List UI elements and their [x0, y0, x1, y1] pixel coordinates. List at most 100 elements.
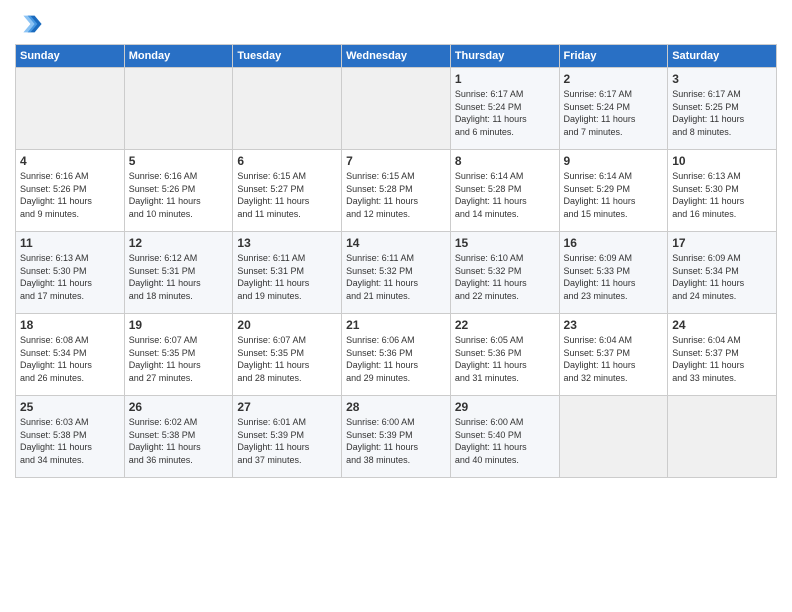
calendar-cell: 11 Sunrise: 6:13 AM Sunset: 5:30 PM Dayli… [16, 232, 125, 314]
day-info: Sunrise: 6:08 AM Sunset: 5:34 PM Dayligh… [20, 334, 120, 384]
calendar-cell: 8 Sunrise: 6:14 AM Sunset: 5:28 PM Daylig… [450, 150, 559, 232]
day-info: Sunrise: 6:14 AM Sunset: 5:28 PM Dayligh… [455, 170, 555, 220]
calendar-cell: 6 Sunrise: 6:15 AM Sunset: 5:27 PM Daylig… [233, 150, 342, 232]
day-info: Sunrise: 6:07 AM Sunset: 5:35 PM Dayligh… [237, 334, 337, 384]
day-info: Sunrise: 6:16 AM Sunset: 5:26 PM Dayligh… [129, 170, 229, 220]
day-info: Sunrise: 6:09 AM Sunset: 5:34 PM Dayligh… [672, 252, 772, 302]
day-info: Sunrise: 6:01 AM Sunset: 5:39 PM Dayligh… [237, 416, 337, 466]
day-info: Sunrise: 6:17 AM Sunset: 5:24 PM Dayligh… [455, 88, 555, 138]
weekday-header-monday: Monday [124, 45, 233, 68]
day-number: 6 [237, 154, 337, 168]
calendar-cell: 25 Sunrise: 6:03 AM Sunset: 5:38 PM Dayli… [16, 396, 125, 478]
weekday-header-saturday: Saturday [668, 45, 777, 68]
weekday-header-thursday: Thursday [450, 45, 559, 68]
day-info: Sunrise: 6:03 AM Sunset: 5:38 PM Dayligh… [20, 416, 120, 466]
weekday-header-sunday: Sunday [16, 45, 125, 68]
day-number: 8 [455, 154, 555, 168]
day-info: Sunrise: 6:17 AM Sunset: 5:25 PM Dayligh… [672, 88, 772, 138]
day-info: Sunrise: 6:15 AM Sunset: 5:27 PM Dayligh… [237, 170, 337, 220]
day-info: Sunrise: 6:16 AM Sunset: 5:26 PM Dayligh… [20, 170, 120, 220]
calendar-cell: 26 Sunrise: 6:02 AM Sunset: 5:38 PM Dayli… [124, 396, 233, 478]
calendar-cell: 2 Sunrise: 6:17 AM Sunset: 5:24 PM Daylig… [559, 68, 668, 150]
day-number: 16 [564, 236, 664, 250]
day-info: Sunrise: 6:07 AM Sunset: 5:35 PM Dayligh… [129, 334, 229, 384]
calendar-week-2: 4 Sunrise: 6:16 AM Sunset: 5:26 PM Daylig… [16, 150, 777, 232]
calendar-table: SundayMondayTuesdayWednesdayThursdayFrid… [15, 44, 777, 478]
calendar-cell [16, 68, 125, 150]
day-info: Sunrise: 6:14 AM Sunset: 5:29 PM Dayligh… [564, 170, 664, 220]
calendar-cell: 28 Sunrise: 6:00 AM Sunset: 5:39 PM Dayli… [342, 396, 451, 478]
calendar-cell: 17Sunrise: 6:09 AM Sunset: 5:34 PM Dayli… [668, 232, 777, 314]
calendar-cell: 15Sunrise: 6:10 AM Sunset: 5:32 PM Dayli… [450, 232, 559, 314]
day-number: 18 [20, 318, 120, 332]
day-info: Sunrise: 6:06 AM Sunset: 5:36 PM Dayligh… [346, 334, 446, 384]
calendar-header-row: SundayMondayTuesdayWednesdayThursdayFrid… [16, 45, 777, 68]
calendar-cell [342, 68, 451, 150]
calendar-cell: 3 Sunrise: 6:17 AM Sunset: 5:25 PM Daylig… [668, 68, 777, 150]
calendar-cell: 14 Sunrise: 6:11 AM Sunset: 5:32 PM Dayli… [342, 232, 451, 314]
calendar-cell: 18 Sunrise: 6:08 AM Sunset: 5:34 PM Dayli… [16, 314, 125, 396]
day-number: 13 [237, 236, 337, 250]
day-number: 26 [129, 400, 229, 414]
weekday-header-wednesday: Wednesday [342, 45, 451, 68]
day-number: 24 [672, 318, 772, 332]
day-number: 3 [672, 72, 772, 86]
day-number: 11 [20, 236, 120, 250]
calendar-week-5: 25 Sunrise: 6:03 AM Sunset: 5:38 PM Dayli… [16, 396, 777, 478]
calendar-cell [124, 68, 233, 150]
day-number: 5 [129, 154, 229, 168]
calendar-week-1: 1 Sunrise: 6:17 AM Sunset: 5:24 PM Daylig… [16, 68, 777, 150]
calendar-cell: 19 Sunrise: 6:07 AM Sunset: 5:35 PM Dayli… [124, 314, 233, 396]
day-info: Sunrise: 6:15 AM Sunset: 5:28 PM Dayligh… [346, 170, 446, 220]
weekday-header-friday: Friday [559, 45, 668, 68]
day-number: 29 [455, 400, 555, 414]
calendar-cell [668, 396, 777, 478]
calendar-cell: 4 Sunrise: 6:16 AM Sunset: 5:26 PM Daylig… [16, 150, 125, 232]
day-info: Sunrise: 6:11 AM Sunset: 5:31 PM Dayligh… [237, 252, 337, 302]
calendar-cell [233, 68, 342, 150]
day-number: 25 [20, 400, 120, 414]
calendar-cell: 23Sunrise: 6:04 AM Sunset: 5:37 PM Dayli… [559, 314, 668, 396]
calendar-cell: 22 Sunrise: 6:05 AM Sunset: 5:36 PM Dayli… [450, 314, 559, 396]
day-info: Sunrise: 6:17 AM Sunset: 5:24 PM Dayligh… [564, 88, 664, 138]
header [15, 10, 777, 38]
day-info: Sunrise: 6:12 AM Sunset: 5:31 PM Dayligh… [129, 252, 229, 302]
day-number: 1 [455, 72, 555, 86]
day-info: Sunrise: 6:00 AM Sunset: 5:40 PM Dayligh… [455, 416, 555, 466]
day-number: 28 [346, 400, 446, 414]
day-number: 9 [564, 154, 664, 168]
day-number: 2 [564, 72, 664, 86]
page-container: SundayMondayTuesdayWednesdayThursdayFrid… [0, 0, 792, 483]
calendar-cell: 12 Sunrise: 6:12 AM Sunset: 5:31 PM Dayli… [124, 232, 233, 314]
calendar-body: 1 Sunrise: 6:17 AM Sunset: 5:24 PM Daylig… [16, 68, 777, 478]
calendar-cell: 29 Sunrise: 6:00 AM Sunset: 5:40 PM Dayli… [450, 396, 559, 478]
day-number: 4 [20, 154, 120, 168]
day-number: 19 [129, 318, 229, 332]
day-number: 12 [129, 236, 229, 250]
calendar-week-4: 18 Sunrise: 6:08 AM Sunset: 5:34 PM Dayli… [16, 314, 777, 396]
calendar-cell: 21Sunrise: 6:06 AM Sunset: 5:36 PM Dayli… [342, 314, 451, 396]
calendar-cell: 5 Sunrise: 6:16 AM Sunset: 5:26 PM Daylig… [124, 150, 233, 232]
calendar-cell: 16Sunrise: 6:09 AM Sunset: 5:33 PM Dayli… [559, 232, 668, 314]
day-info: Sunrise: 6:05 AM Sunset: 5:36 PM Dayligh… [455, 334, 555, 384]
calendar-cell: 1 Sunrise: 6:17 AM Sunset: 5:24 PM Daylig… [450, 68, 559, 150]
day-number: 15 [455, 236, 555, 250]
day-info: Sunrise: 6:04 AM Sunset: 5:37 PM Dayligh… [672, 334, 772, 384]
calendar-cell: 27Sunrise: 6:01 AM Sunset: 5:39 PM Dayli… [233, 396, 342, 478]
calendar-cell: 13 Sunrise: 6:11 AM Sunset: 5:31 PM Dayli… [233, 232, 342, 314]
day-number: 22 [455, 318, 555, 332]
calendar-cell [559, 396, 668, 478]
calendar-cell: 7 Sunrise: 6:15 AM Sunset: 5:28 PM Daylig… [342, 150, 451, 232]
day-info: Sunrise: 6:02 AM Sunset: 5:38 PM Dayligh… [129, 416, 229, 466]
day-info: Sunrise: 6:04 AM Sunset: 5:37 PM Dayligh… [564, 334, 664, 384]
calendar-cell: 9 Sunrise: 6:14 AM Sunset: 5:29 PM Daylig… [559, 150, 668, 232]
day-info: Sunrise: 6:13 AM Sunset: 5:30 PM Dayligh… [20, 252, 120, 302]
calendar-cell: 20Sunrise: 6:07 AM Sunset: 5:35 PM Dayli… [233, 314, 342, 396]
day-info: Sunrise: 6:00 AM Sunset: 5:39 PM Dayligh… [346, 416, 446, 466]
day-number: 14 [346, 236, 446, 250]
day-number: 7 [346, 154, 446, 168]
day-info: Sunrise: 6:11 AM Sunset: 5:32 PM Dayligh… [346, 252, 446, 302]
logo [15, 10, 47, 38]
calendar-cell: 10Sunrise: 6:13 AM Sunset: 5:30 PM Dayli… [668, 150, 777, 232]
day-number: 10 [672, 154, 772, 168]
